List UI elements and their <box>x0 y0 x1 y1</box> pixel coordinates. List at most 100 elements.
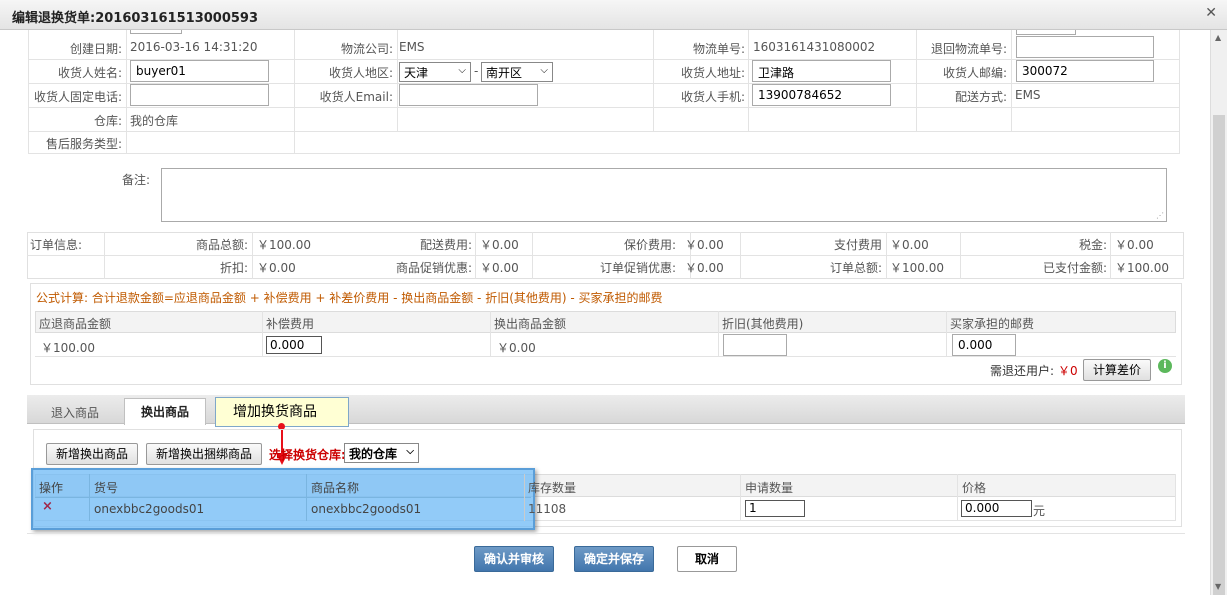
grid-line <box>35 356 1176 357</box>
grid-line <box>89 474 90 521</box>
col-stock: 库存数量 <box>528 481 577 495</box>
shipping-method-value: EMS <box>1015 88 1041 102</box>
vertical-scrollbar[interactable]: ▲ ▼ <box>1210 30 1227 595</box>
price-input[interactable]: 0.000 <box>961 500 1032 517</box>
tab-exchange-goods[interactable]: 换出商品 <box>124 398 206 425</box>
goods-promo-label: 商品促销优惠: <box>395 261 472 275</box>
tracking-value: 1603161431080002 <box>753 40 876 54</box>
receiver-region-label: 收货人地区: <box>328 66 393 80</box>
receiver-address-input[interactable]: 卫津路 <box>752 60 891 82</box>
grid-line <box>1110 232 1111 279</box>
province-select[interactable]: 天津 ⌵ <box>399 62 471 82</box>
scroll-down-icon[interactable]: ▼ <box>1215 582 1221 591</box>
warehouse-label: 仓库: <box>93 114 122 128</box>
tab-return-goods[interactable]: 退入商品 <box>51 404 99 421</box>
shipping-fee-value: ￥0.00 <box>480 238 519 252</box>
receiver-email-label: 收货人Email: <box>319 90 393 104</box>
receiver-name-label: 收货人姓名: <box>57 66 122 80</box>
add-exchange-button[interactable]: 新增换出商品 <box>46 443 138 465</box>
calc-diff-button[interactable]: 计算差价 <box>1083 359 1151 381</box>
grid-line <box>1175 474 1176 521</box>
order-promo-label: 订单促销优惠: <box>599 261 676 275</box>
grid-line <box>946 311 947 357</box>
insurance-value: ￥0.00 <box>685 238 724 252</box>
tax-label: 税金: <box>1078 238 1107 252</box>
buyer-postage-input[interactable]: 0.000 <box>952 334 1016 356</box>
confirm-save-button[interactable]: 确定并保存 <box>574 546 654 572</box>
refund-user-value: ￥0 <box>1058 364 1078 378</box>
confirm-audit-button[interactable]: 确认并审核 <box>474 546 554 572</box>
goods-total-label: 商品总额: <box>195 238 248 252</box>
cancel-button[interactable]: 取消 <box>677 546 737 572</box>
goods-promo-value: ￥0.00 <box>480 261 519 275</box>
receiver-mobile-input[interactable]: 13900784652 <box>752 84 891 106</box>
grid-line <box>490 311 491 357</box>
payment-fee-label: 支付费用 <box>833 238 882 252</box>
receiver-zip-input[interactable]: 300072 <box>1016 60 1154 82</box>
receiver-email-input[interactable] <box>399 84 538 106</box>
exchange-warehouse-value: 我的仓库 <box>349 447 398 461</box>
chevron-down-icon: ⌵ <box>458 65 466 76</box>
price-unit: 元 <box>1033 504 1046 518</box>
service-type-label: 售后服务类型: <box>45 137 122 151</box>
logistics-company-value: EMS <box>399 40 425 54</box>
grid-line <box>1011 30 1012 132</box>
tracking-label: 物流单号: <box>692 42 745 56</box>
region-separator: - <box>474 64 479 78</box>
compensation-input[interactable]: 0.000 <box>266 336 322 354</box>
created-value: 2016-03-16 14:31:20 <box>130 40 258 54</box>
refund-user-label: 需退还用户: <box>990 364 1055 378</box>
close-icon[interactable]: ✕ <box>1205 5 1217 21</box>
receiver-phone-label: 收货人固定电话: <box>33 90 122 104</box>
qty-input[interactable]: 1 <box>745 500 805 517</box>
exchange-warehouse-select[interactable]: 我的仓库 ⌵ <box>344 443 419 463</box>
paid-value: ￥100.00 <box>1115 261 1169 275</box>
grid-line <box>35 497 531 498</box>
province-value: 天津 <box>404 66 429 80</box>
scroll-thumb[interactable] <box>1213 115 1225 595</box>
remark-textarea[interactable]: ⋰ <box>161 168 1167 222</box>
col-sku: 货号 <box>94 481 119 495</box>
exchange-goods-value: ￥0.00 <box>497 341 536 355</box>
add-bundle-button[interactable]: 新增换出捆绑商品 <box>146 443 262 465</box>
remark-label: 备注: <box>121 173 150 187</box>
receiver-phone-input[interactable] <box>130 84 269 106</box>
goods-total-value: ￥100.00 <box>257 238 311 252</box>
order-info-label: 订单信息: <box>30 238 83 252</box>
receiver-address-label: 收货人地址: <box>680 66 745 80</box>
grid-line <box>748 30 749 132</box>
grid-line <box>653 30 654 132</box>
info-icon[interactable]: i <box>1158 359 1172 373</box>
grid-line <box>27 255 1184 256</box>
formula-header-exchange-goods: 换出商品金额 <box>494 317 567 331</box>
grid-line <box>28 131 1180 132</box>
grid-line <box>306 474 307 521</box>
grid-line <box>886 232 887 279</box>
formula-text: 公式计算: 合计退款金额=应退商品金额 + 补偿费用 + 补差价费用 - 换出商… <box>36 291 663 305</box>
district-select[interactable]: 南开区 ⌵ <box>481 62 553 82</box>
dialog-titlebar: 编辑退换货单:201603161513000593 ✕ <box>0 0 1227 30</box>
grid-line <box>740 232 741 279</box>
payment-fee-value: ￥0.00 <box>890 238 929 252</box>
order-promo-value: ￥0.00 <box>685 261 724 275</box>
logistics-company-label: 物流公司: <box>340 42 393 56</box>
chevron-down-icon: ⌵ <box>540 65 548 76</box>
paid-label: 已支付金额: <box>1042 261 1107 275</box>
grid-line <box>397 30 398 132</box>
created-label: 创建日期: <box>69 42 122 56</box>
delete-icon[interactable]: × <box>42 499 53 514</box>
district-value: 南开区 <box>486 66 523 80</box>
grid-line <box>916 30 917 132</box>
tax-value: ￥0.00 <box>1115 238 1154 252</box>
scroll-up-icon[interactable]: ▲ <box>1215 33 1221 42</box>
warehouse-value: 我的仓库 <box>130 114 179 128</box>
depreciation-input[interactable] <box>723 334 787 356</box>
grid-line <box>28 107 1180 108</box>
receiver-mobile-label: 收货人手机: <box>680 90 745 104</box>
resize-grip-icon[interactable]: ⋰ <box>1156 211 1164 220</box>
discount-value: ￥0.00 <box>257 261 296 275</box>
receiver-name-input[interactable]: buyer01 <box>130 60 269 82</box>
return-tracking-input[interactable] <box>1016 36 1154 58</box>
row-name: onexbbc2goods01 <box>311 502 422 516</box>
grid-line <box>28 153 1180 154</box>
